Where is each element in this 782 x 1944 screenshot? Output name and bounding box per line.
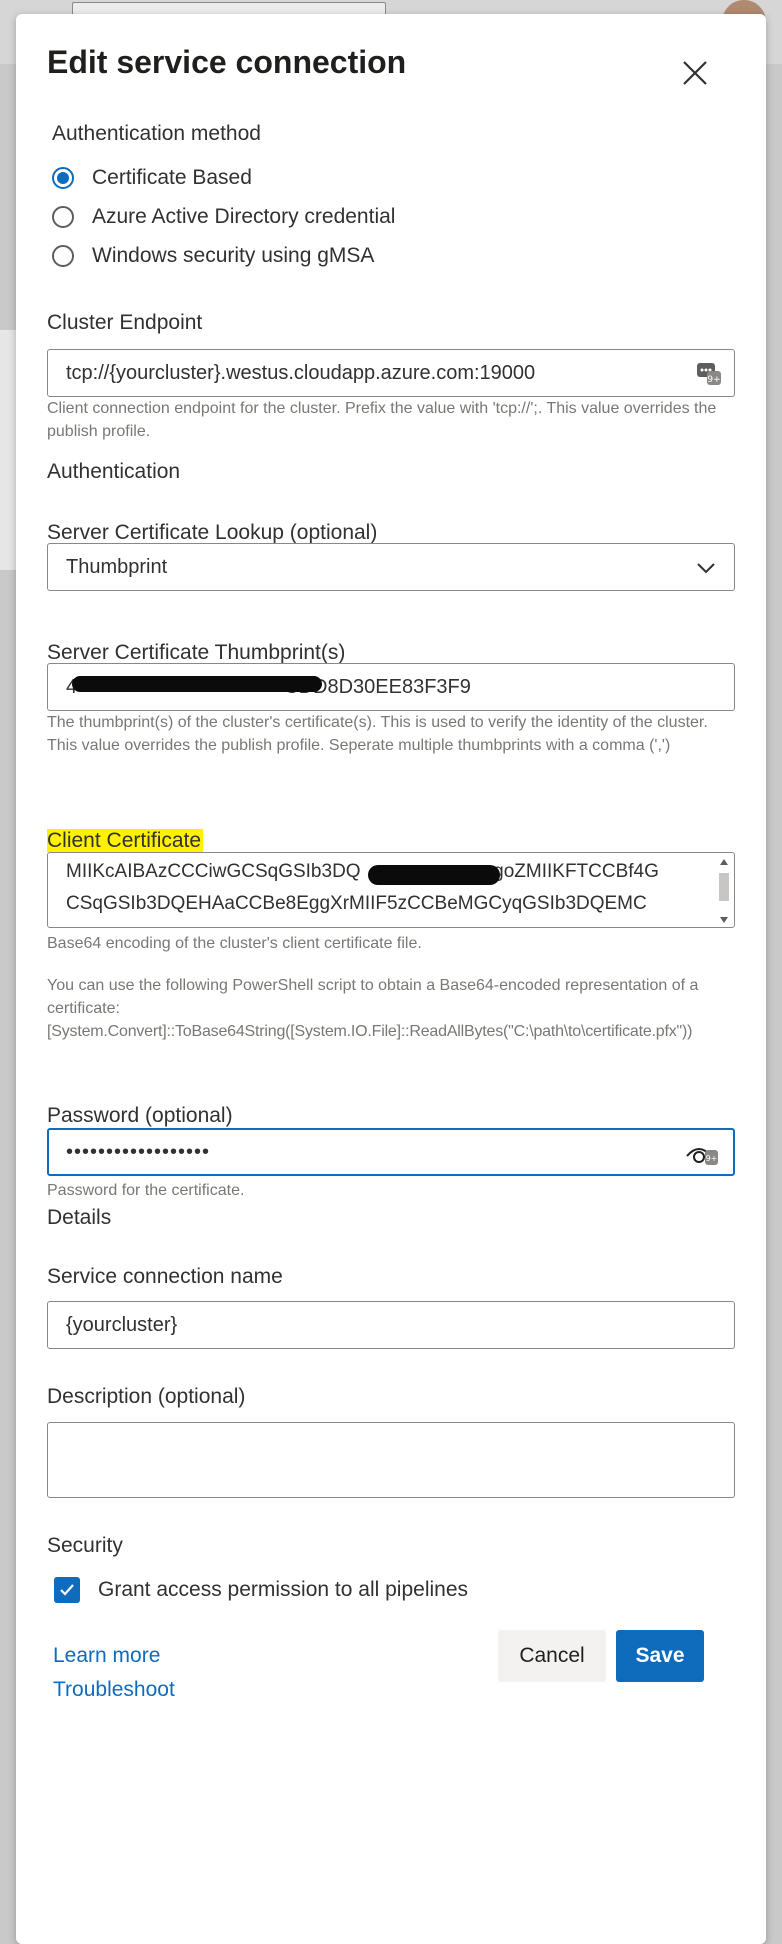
redaction-mark: [368, 865, 500, 885]
server-cert-thumbprint-input[interactable]: 4 CDD8D30EE83F3F9: [47, 663, 735, 711]
scroll-thumb[interactable]: [719, 873, 729, 901]
server-cert-lookup-label: Server Certificate Lookup (optional): [47, 521, 378, 544]
save-button[interactable]: Save: [616, 1630, 704, 1682]
server-cert-thumbprint-help: The thumbprint(s) of the cluster's certi…: [47, 714, 708, 754]
cert-line-1-prefix: MIIKcAIBAzCCCiwGCSqGSIb3DQ: [66, 861, 361, 882]
chevron-down-icon: [697, 563, 715, 574]
radio-windows-gmsa[interactable]: Windows security using gMSA: [52, 244, 374, 268]
textarea-scrollbar[interactable]: [717, 859, 731, 923]
cert-line-1-suffix: ggoZMIIKFTCCBf4G: [482, 861, 659, 882]
client-certificate-help: Base64 encoding of the cluster's client …: [47, 935, 422, 952]
grant-access-label: Grant access permission to all pipelines: [98, 1578, 469, 1601]
radio-azure-ad-credential[interactable]: Azure Active Directory credential: [52, 205, 395, 229]
redaction-mark: [72, 676, 322, 692]
details-heading: Details: [47, 1206, 112, 1229]
client-certificate-help-script: [System.Convert]::ToBase64String([System…: [47, 1023, 693, 1040]
dropdown-selected-value: Thumbprint: [66, 555, 168, 578]
client-certificate-label-text: Client Certificate: [47, 829, 204, 852]
close-button[interactable]: [678, 56, 712, 90]
autofill-icon[interactable]: 9+: [696, 360, 722, 386]
description-label: Description (optional): [47, 1385, 246, 1408]
password-value: ••••••••••••••••••: [66, 1140, 211, 1163]
security-heading: Security: [47, 1534, 123, 1557]
cluster-endpoint-value: tcp://{yourcluster}.westus.cloudapp.azur…: [66, 361, 536, 384]
service-connection-name-input[interactable]: {yourcluster}: [47, 1301, 735, 1349]
learn-more-link[interactable]: Learn more: [53, 1644, 160, 1668]
radio-certificate-based[interactable]: Certificate Based: [52, 166, 252, 190]
svg-text:9+: 9+: [706, 1154, 718, 1163]
scroll-up-icon[interactable]: [720, 859, 728, 865]
password-label: Password (optional): [47, 1104, 233, 1127]
cancel-button[interactable]: Cancel: [498, 1630, 606, 1682]
service-connection-name-value: {yourcluster}: [66, 1313, 178, 1336]
radio-button[interactable]: [52, 206, 74, 228]
troubleshoot-link[interactable]: Troubleshoot: [53, 1678, 175, 1702]
grant-access-checkbox-row[interactable]: Grant access permission to all pipelines: [54, 1577, 468, 1603]
grant-access-checkbox[interactable]: [54, 1577, 80, 1603]
server-cert-lookup-dropdown[interactable]: Thumbprint: [47, 543, 735, 591]
svg-text:9+: 9+: [707, 375, 720, 385]
cert-line-2: CSqGSIb3DQEHAaCCBe8EggXrMIIF5zCCBeMGCyqG…: [66, 893, 647, 914]
client-certificate-label: Client Certificate: [47, 829, 204, 853]
edit-service-connection-dialog: Edit service connection Authentication m…: [16, 14, 766, 1944]
cluster-endpoint-label: Cluster Endpoint: [47, 311, 203, 334]
close-icon: [683, 61, 707, 85]
reveal-password-icon[interactable]: 9+: [685, 1140, 719, 1168]
authentication-heading: Authentication: [47, 460, 181, 483]
cert-line-1: MIIKcAIBAzCCCiwGCSqGSIb3DQ ggoZMIIKFTCCBf…: [66, 861, 659, 883]
cluster-endpoint-input[interactable]: tcp://{yourcluster}.westus.cloudapp.azur…: [47, 349, 735, 397]
server-cert-thumbprint-label: Server Certificate Thumbprint(s): [47, 641, 346, 664]
client-certificate-textarea[interactable]: MIIKcAIBAzCCCiwGCSqGSIb3DQ ggoZMIIKFTCCBf…: [47, 852, 735, 928]
dialog-title: Edit service connection: [47, 44, 407, 80]
service-connection-name-label: Service connection name: [47, 1265, 283, 1288]
auth-method-label: Authentication method: [52, 122, 261, 145]
radio-button[interactable]: [52, 245, 74, 267]
scroll-down-icon[interactable]: [720, 917, 728, 923]
checkmark-icon: [60, 1584, 74, 1596]
radio-label: Azure Active Directory credential: [92, 205, 396, 228]
password-input[interactable]: •••••••••••••••••• 9+: [47, 1128, 735, 1176]
client-certificate-help-script-intro: You can use the following PowerShell scr…: [47, 977, 699, 1017]
password-help: Password for the certificate.: [47, 1182, 245, 1199]
radio-label: Certificate Based: [92, 166, 252, 189]
radio-label: Windows security using gMSA: [92, 244, 375, 267]
cluster-endpoint-help: Client connection endpoint for the clust…: [47, 400, 717, 440]
radio-button-selected[interactable]: [52, 167, 74, 189]
description-textarea[interactable]: [47, 1422, 735, 1498]
